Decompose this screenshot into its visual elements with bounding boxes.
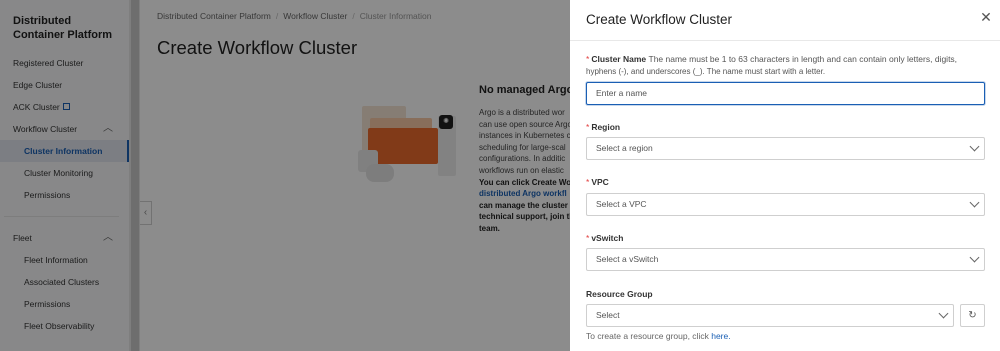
refresh-icon: ↻ bbox=[968, 310, 977, 321]
resource-group-label: Resource Group bbox=[586, 289, 653, 299]
refresh-button[interactable]: ↻ bbox=[960, 304, 985, 327]
chevron-down-icon bbox=[969, 252, 980, 263]
region-select[interactable]: Select a region bbox=[586, 137, 985, 160]
vpc-label: * VPC bbox=[586, 177, 609, 187]
close-icon[interactable]: ✕ bbox=[979, 10, 993, 24]
cluster-name-input[interactable]: Enter a name bbox=[586, 82, 985, 105]
cluster-name-label: * Cluster Name The name must be 1 to 63 c… bbox=[586, 54, 958, 64]
vswitch-label: * vSwitch bbox=[586, 233, 624, 243]
resource-group-hint: To create a resource group, click here. bbox=[586, 331, 731, 341]
chevron-down-icon bbox=[938, 308, 949, 319]
vswitch-select[interactable]: Select a vSwitch bbox=[586, 248, 985, 271]
vpc-select[interactable]: Select a VPC bbox=[586, 193, 985, 216]
drawer-divider bbox=[570, 40, 1000, 41]
resource-group-select[interactable]: Select bbox=[586, 304, 954, 327]
region-label: * Region bbox=[586, 122, 621, 132]
drawer-title: Create Workflow Cluster bbox=[586, 12, 733, 27]
create-resource-group-link[interactable]: here. bbox=[711, 331, 730, 341]
chevron-down-icon bbox=[969, 197, 980, 208]
modal-overlay[interactable] bbox=[0, 0, 570, 351]
create-cluster-drawer: Create Workflow Cluster ✕ * Cluster Name … bbox=[570, 0, 1000, 351]
cluster-name-help: hyphens (-), and underscores (_). The na… bbox=[586, 67, 826, 76]
chevron-down-icon bbox=[969, 141, 980, 152]
